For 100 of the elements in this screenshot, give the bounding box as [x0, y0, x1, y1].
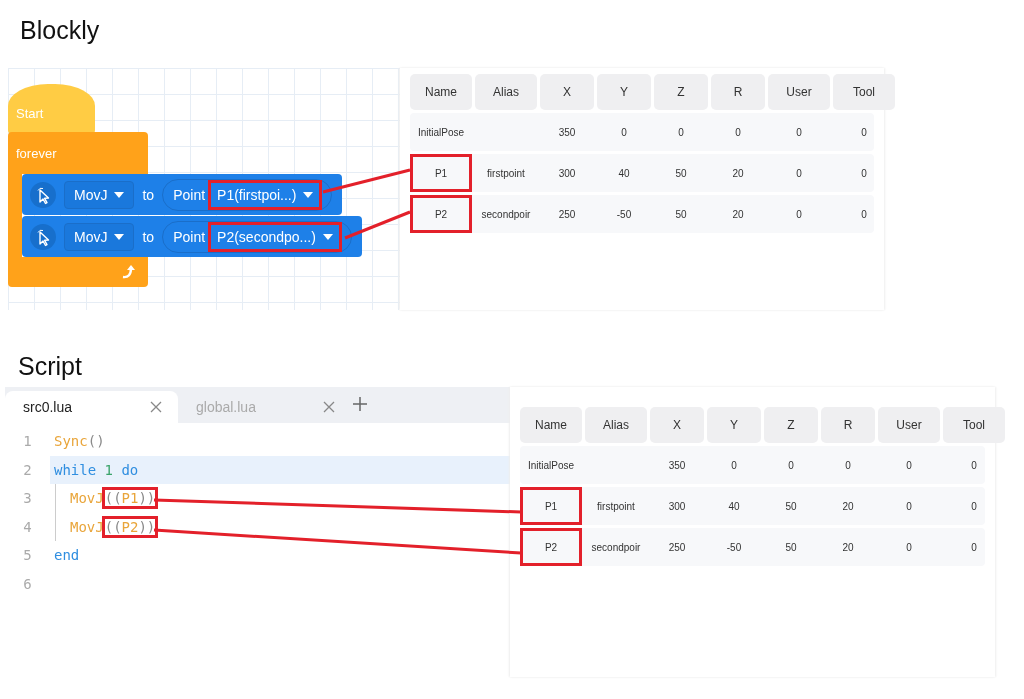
table-cell-text: 0 [970, 540, 978, 555]
code-line: MovJ [70, 518, 104, 535]
point-dropdown[interactable]: P2(secondpo...) [211, 224, 339, 249]
column-header: R [821, 407, 875, 443]
motion-dropdown[interactable]: MovJ [64, 222, 135, 251]
column-header: Tool [833, 74, 895, 110]
table-cell-text: -50 [725, 540, 743, 555]
table-cell: P1 [410, 154, 472, 192]
code-line: end [53, 547, 80, 564]
table-cell-text: 50 [784, 499, 798, 514]
column-header: Alias [475, 74, 537, 110]
table-cell-text: 0 [795, 125, 803, 140]
table-cell: P2 [410, 195, 472, 233]
table-cell-text: 20 [841, 540, 855, 555]
table-cell-text: 40 [727, 499, 741, 514]
column-header: Z [654, 74, 708, 110]
table-cell-text: firstpoint [596, 499, 636, 514]
column-header: Y [597, 74, 651, 110]
caret-icon [303, 191, 314, 198]
line-number: 2 [5, 455, 50, 484]
table-cell-text: secondpoir [480, 207, 532, 222]
table-cell-text: 250 [667, 540, 687, 555]
table-cell-text: firstpoint [486, 166, 526, 181]
table-cell-text: 0 [860, 125, 868, 140]
table-cell-text: InitialPose [527, 458, 576, 473]
table-cell-text: 0 [844, 458, 852, 473]
caret-icon [114, 191, 125, 198]
close-icon[interactable] [150, 401, 162, 413]
table-row[interactable]: P2 secondpoir 250 -50 50 20 0 0 [410, 195, 874, 233]
table-row[interactable]: InitialPose 350 0 0 0 0 0 [410, 113, 874, 151]
table-cell-text: 0 [970, 458, 978, 473]
table-cell-text: 0 [730, 458, 738, 473]
table-cell-text: 50 [784, 540, 798, 555]
code-line: Sync() [53, 433, 105, 450]
column-header: User [768, 74, 830, 110]
column-header: Name [520, 407, 582, 443]
table-cell-text: 0 [905, 540, 913, 555]
table-cell-text: 350 [667, 458, 687, 473]
table-cell-text: secondpoir [590, 540, 642, 555]
table-cell-text: InitialPose [417, 125, 466, 140]
column-header: Z [764, 407, 818, 443]
table-cell-text: 0 [795, 166, 803, 181]
table-cell-text: 0 [795, 207, 803, 222]
table-cell-text: 0 [860, 166, 868, 181]
table-cell-text: 20 [731, 207, 745, 222]
callout-line [344, 210, 411, 240]
table-cell-text: 20 [841, 499, 855, 514]
table-cell-text: 50 [674, 207, 688, 222]
table-cell-text: 250 [557, 207, 577, 222]
table-cell-text: 0 [787, 458, 795, 473]
caret-icon [114, 233, 125, 240]
table-cell-text: 0 [970, 499, 978, 514]
code-argument: ((P2)) [104, 518, 156, 535]
table-cell-text: 0 [734, 125, 742, 140]
loop-arrow-icon [120, 263, 138, 281]
table-row[interactable]: P2 secondpoir 250 -50 50 20 0 0 [520, 528, 985, 566]
connector-label: to [142, 228, 155, 245]
table-row[interactable]: P1 firstpoint 300 40 50 20 0 0 [410, 154, 874, 192]
table-cell: P2 [520, 528, 582, 566]
table-cell-text: 50 [674, 166, 688, 181]
point-label: Point [173, 228, 206, 245]
code-line: while 1 do [53, 461, 139, 478]
table-cell-text: 0 [905, 458, 913, 473]
table-cell-text: 300 [667, 499, 687, 514]
table-cell-text: 350 [557, 125, 577, 140]
column-header: User [878, 407, 940, 443]
section-heading: Script [17, 351, 83, 382]
table-row[interactable]: InitialPose 350 0 0 0 0 0 [520, 446, 985, 484]
point-dropdown[interactable]: P1(firstpoi...) [211, 182, 320, 207]
column-header: X [650, 407, 704, 443]
section-heading: Blockly [19, 15, 101, 46]
table-cell-text: 0 [860, 207, 868, 222]
add-tab-icon[interactable] [353, 397, 367, 411]
column-header: R [711, 74, 765, 110]
table-cell-text: 0 [677, 125, 685, 140]
table-cell: P1 [520, 487, 582, 525]
move-block[interactable]: MovJ to Point P2(secondpo...) [22, 216, 362, 257]
point-label: Point [173, 186, 206, 203]
table-cell-text: 40 [617, 166, 631, 181]
table-cell-text: -50 [615, 207, 633, 222]
pointer-icon [30, 181, 56, 208]
table-cell-text: 20 [731, 166, 745, 181]
table-cell-text: 300 [557, 166, 577, 181]
column-header: Y [707, 407, 761, 443]
code-argument: ((P1)) [104, 490, 156, 507]
column-header: Name [410, 74, 472, 110]
table-cell-text: 0 [905, 499, 913, 514]
table-row[interactable]: P1 firstpoint 300 40 50 20 0 0 [520, 487, 985, 525]
move-block[interactable]: MovJ to Point P1(firstpoi...) [22, 174, 343, 215]
motion-dropdown[interactable]: MovJ [64, 180, 135, 209]
column-header: Tool [943, 407, 1005, 443]
table-cell-text: 0 [620, 125, 628, 140]
column-header: Alias [585, 407, 647, 443]
connector-label: to [142, 186, 155, 203]
column-header: X [540, 74, 594, 110]
code-line: MovJ [70, 490, 104, 507]
pointer-icon [30, 223, 56, 250]
close-icon[interactable] [323, 401, 335, 413]
file-tab[interactable]: src0.lua [5, 391, 178, 423]
caret-icon [322, 233, 333, 240]
